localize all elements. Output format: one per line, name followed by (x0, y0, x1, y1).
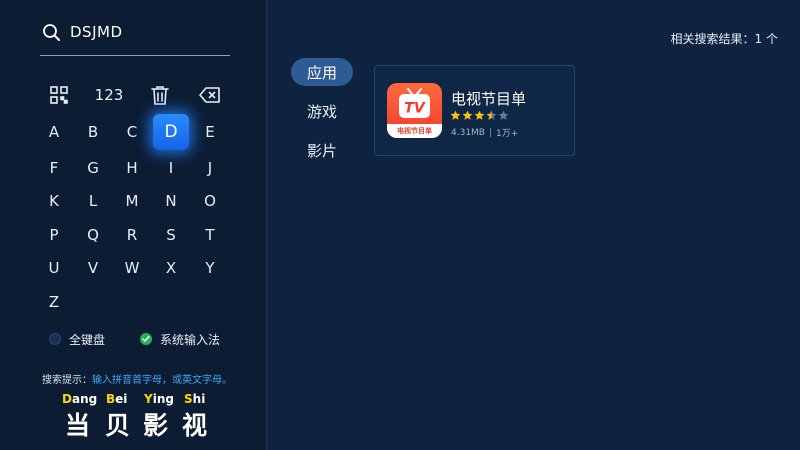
key-y[interactable]: Y (192, 250, 228, 286)
brand-logo: Dang Bei Ying Shi 当 贝 影 视 (60, 392, 220, 440)
key-o[interactable]: O (192, 183, 228, 219)
app-meta: 4.31MB 1万+ (451, 126, 519, 140)
radio-unchecked-icon (49, 333, 61, 345)
brand-hanzi: 视 (182, 411, 208, 440)
brand-pinyin: Shi (184, 392, 206, 406)
key-c[interactable]: C (114, 114, 150, 150)
app-downloads: 1万+ (495, 129, 519, 139)
key-j[interactable]: J (192, 150, 228, 186)
key-l[interactable]: L (75, 183, 111, 219)
key-k[interactable]: K (36, 183, 72, 219)
category-movies[interactable]: 影片 (291, 136, 353, 164)
star-icon (474, 110, 485, 120)
result-count: 相关搜索结果：1 个 (670, 32, 778, 46)
system-ime-option[interactable]: 系统输入法 (140, 330, 220, 348)
key-u[interactable]: U (36, 250, 72, 286)
key-w[interactable]: W (114, 250, 150, 286)
key-s[interactable]: S (153, 217, 189, 253)
brand-pinyin: Dang (62, 392, 98, 406)
radio-checked-icon (140, 333, 152, 345)
key-q[interactable]: Q (75, 217, 111, 253)
star-icon (450, 110, 461, 120)
key-g[interactable]: G (75, 150, 111, 186)
key-z[interactable]: Z (36, 284, 72, 320)
full-keyboard-option[interactable]: 全键盘 (49, 330, 105, 348)
app-result-card[interactable]: TV 电视节目单 电视节目单 4.31MB 1万+ (374, 65, 575, 156)
key-n[interactable]: N (153, 183, 189, 219)
category-label: 应用 (306, 63, 337, 82)
app-size: 4.31MB (451, 127, 485, 138)
hint-body: 输入拼音首字母，或英文字母。 (92, 375, 232, 386)
trash-icon[interactable] (148, 81, 172, 109)
app-icon-banner: 电视节目单 (387, 124, 442, 138)
brand-hanzi: 当 (65, 411, 91, 440)
full-keyboard-label: 全键盘 (69, 332, 106, 347)
brand-pinyin: Bei (106, 392, 128, 406)
star-icon (498, 110, 509, 120)
key-a[interactable]: A (36, 114, 72, 150)
key-b[interactable]: B (75, 114, 111, 150)
category-label: 游戏 (306, 102, 337, 121)
key-v[interactable]: V (75, 250, 111, 286)
tv-app-icon: TV 电视节目单 (387, 83, 442, 138)
backspace-icon[interactable] (197, 81, 223, 109)
category-label: 影片 (306, 141, 337, 160)
star-icon (486, 110, 497, 120)
key-r[interactable]: R (114, 217, 150, 253)
rating-stars (450, 110, 509, 121)
brand-pinyin: Ying (144, 392, 174, 406)
key-p[interactable]: P (36, 217, 72, 253)
category-games[interactable]: 游戏 (291, 97, 353, 125)
key-i[interactable]: I (153, 150, 189, 186)
search-query: DSJMD (70, 23, 123, 41)
brand-hanzi: 贝 (105, 411, 131, 440)
key-m[interactable]: M (114, 183, 150, 219)
search-input[interactable]: DSJMD (40, 20, 230, 56)
brand-hanzi: 影 (143, 411, 169, 440)
svg-text:TV: TV (404, 101, 426, 117)
app-name: 电视节目单 (451, 90, 527, 108)
key-f[interactable]: F (36, 150, 72, 186)
key-d[interactable]: D (153, 114, 189, 150)
key-x[interactable]: X (153, 250, 189, 286)
star-icon (462, 110, 473, 120)
key-e[interactable]: E (192, 114, 228, 150)
key-h[interactable]: H (114, 150, 150, 186)
divider (489, 128, 491, 137)
search-hint: 搜索提示：输入拼音首字母，或英文字母。 (42, 371, 232, 386)
key-t[interactable]: T (192, 217, 228, 253)
numeric-key[interactable]: 123 (94, 81, 124, 109)
keyboard-panel: DSJMD 123 ABCDE FGHIJ KLMNO PQRST UVWXY Z 全键盘… (0, 0, 267, 450)
qr-code-icon[interactable] (47, 81, 71, 109)
category-apps[interactable]: 应用 (291, 58, 353, 86)
search-icon (42, 23, 62, 43)
hint-prefix: 搜索提示： (42, 375, 92, 386)
system-ime-label: 系统输入法 (160, 332, 221, 347)
